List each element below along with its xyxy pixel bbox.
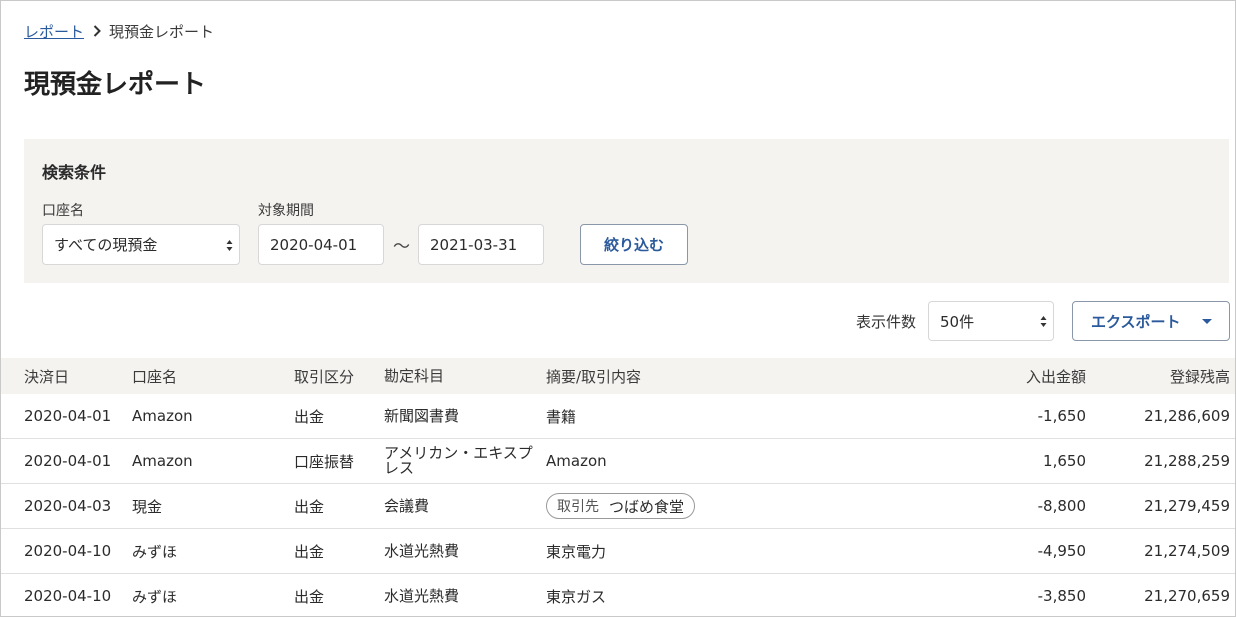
period-label: 対象期間 xyxy=(258,203,314,219)
cell-date: 2020-04-01 xyxy=(24,452,112,470)
header-type: 取引区分 xyxy=(294,367,355,386)
export-button-label: エクスポート xyxy=(1091,312,1181,331)
cell-amount: -3,850 xyxy=(1037,587,1086,605)
cell-type: 出金 xyxy=(294,497,325,516)
cell-account: みずほ xyxy=(132,587,178,606)
cell-type: 口座振替 xyxy=(294,452,355,471)
cell-memo: Amazon xyxy=(546,452,607,470)
cell-amount: -8,800 xyxy=(1037,497,1086,515)
date-to-input[interactable]: 2021-03-31 xyxy=(418,224,544,265)
filter-button[interactable]: 絞り込む xyxy=(580,224,688,265)
chevron-right-icon xyxy=(93,25,101,37)
cell-subject: 新聞図書費 xyxy=(384,406,460,425)
account-label: 口座名 xyxy=(42,203,84,219)
per-page-select[interactable]: 50件 xyxy=(928,301,1054,341)
per-page-label: 表示件数 xyxy=(856,313,917,331)
breadcrumb-link-reports[interactable]: レポート xyxy=(24,21,84,42)
cell-balance: 21,270,659 xyxy=(1144,587,1230,605)
page-title: 現預金レポート xyxy=(24,70,207,100)
updown-arrows-icon xyxy=(226,240,233,251)
table-row[interactable]: 2020-04-10 みずほ 出金 水道光熱費 東京電力 -4,950 21,2… xyxy=(1,529,1235,574)
cell-subject: 水道光熱費 xyxy=(384,541,460,560)
account-select-value: すべての現預金 xyxy=(54,236,158,254)
cell-amount: -1,650 xyxy=(1037,407,1086,425)
cell-memo: 東京ガス xyxy=(546,587,607,606)
cell-amount: 1,650 xyxy=(1043,452,1086,470)
partner-tag[interactable]: 取引先 つばめ食堂 xyxy=(546,493,696,519)
cell-date: 2020-04-01 xyxy=(24,407,112,425)
partner-tag-key: 取引先 xyxy=(557,499,599,515)
cell-memo: 東京電力 xyxy=(546,542,607,561)
cell-date: 2020-04-03 xyxy=(24,497,112,515)
cell-account: Amazon xyxy=(132,407,193,425)
partner-tag-value: つばめ食堂 xyxy=(609,497,685,516)
transactions-table: 決済日 口座名 取引区分 勘定科目 摘要/取引内容 入出金額 登録残高 2020… xyxy=(1,358,1235,616)
account-select[interactable]: すべての現預金 xyxy=(42,224,240,265)
search-panel-title: 検索条件 xyxy=(42,163,107,182)
cell-subject: 会議費 xyxy=(384,496,430,515)
cell-account: Amazon xyxy=(132,452,193,470)
cell-subject: アメリカン・エキスプレス xyxy=(384,444,533,477)
table-row[interactable]: 2020-04-01 Amazon 出金 新聞図書費 書籍 -1,650 21,… xyxy=(1,394,1235,439)
cell-memo: 取引先 つばめ食堂 xyxy=(546,484,696,528)
cell-account: 現金 xyxy=(132,497,163,516)
cell-type: 出金 xyxy=(294,587,325,606)
table-row[interactable]: 2020-04-10 みずほ 出金 水道光熱費 東京ガス -3,850 21,2… xyxy=(1,574,1235,616)
cell-balance: 21,288,259 xyxy=(1144,452,1230,470)
caret-down-icon xyxy=(1202,319,1212,324)
table-header: 決済日 口座名 取引区分 勘定科目 摘要/取引内容 入出金額 登録残高 xyxy=(1,358,1235,394)
cell-balance: 21,274,509 xyxy=(1144,542,1230,560)
header-memo: 摘要/取引内容 xyxy=(546,367,642,386)
cell-type: 出金 xyxy=(294,407,325,426)
cell-type: 出金 xyxy=(294,542,325,561)
header-balance: 登録残高 xyxy=(1169,367,1230,386)
date-from-value: 2020-04-01 xyxy=(270,235,358,254)
table-row[interactable]: 2020-04-01 Amazon 口座振替 アメリカン・エキスプレス Amaz… xyxy=(1,439,1235,484)
cell-date: 2020-04-10 xyxy=(24,587,112,605)
table-row[interactable]: 2020-04-03 現金 出金 会議費 取引先 つばめ食堂 -8,800 21… xyxy=(1,484,1235,529)
date-to-value: 2021-03-31 xyxy=(430,235,518,254)
export-button[interactable]: エクスポート xyxy=(1072,301,1230,341)
cell-balance: 21,279,459 xyxy=(1144,497,1230,515)
date-from-input[interactable]: 2020-04-01 xyxy=(258,224,384,265)
cell-memo: 書籍 xyxy=(546,407,577,426)
header-subject: 勘定科目 xyxy=(384,366,445,385)
search-panel: 検索条件 口座名 すべての現預金 対象期間 2020-04-01 〜 2021-… xyxy=(24,139,1229,283)
cell-subject: 水道光熱費 xyxy=(384,586,460,605)
header-amount: 入出金額 xyxy=(1025,367,1086,386)
cell-balance: 21,286,609 xyxy=(1144,407,1230,425)
per-page-value: 50件 xyxy=(940,312,975,331)
cell-amount: -4,950 xyxy=(1037,542,1086,560)
breadcrumb-current: 現預金レポート xyxy=(109,22,215,41)
cell-account: みずほ xyxy=(132,542,178,561)
date-range-separator: 〜 xyxy=(393,237,410,257)
header-date: 決済日 xyxy=(24,367,70,386)
header-account: 口座名 xyxy=(132,367,178,386)
report-page: レポート 現預金レポート 現預金レポート 検索条件 口座名 すべての現預金 対象… xyxy=(0,0,1236,617)
updown-arrows-icon xyxy=(1040,316,1047,327)
breadcrumb: レポート 現預金レポート xyxy=(24,20,214,42)
cell-date: 2020-04-10 xyxy=(24,542,112,560)
